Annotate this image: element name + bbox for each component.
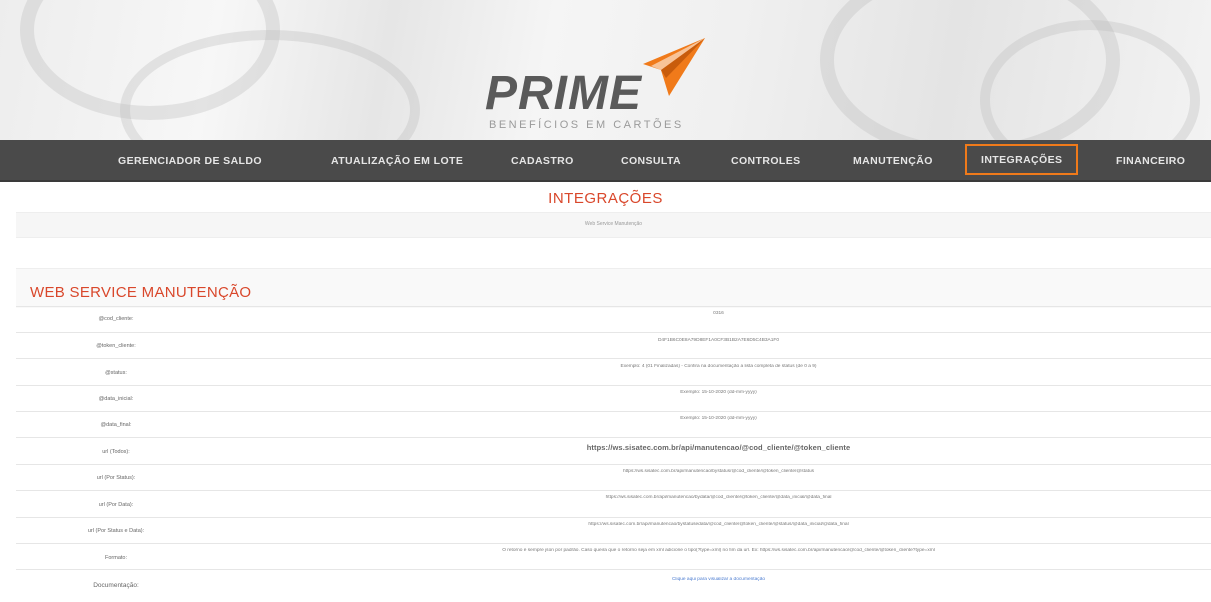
page-title: INTEGRAÇÕES xyxy=(548,190,663,207)
nav-atualizacao-em-lote[interactable]: ATUALIZAÇÃO EM LOTE xyxy=(331,140,463,182)
row-value: https://ws.sisatec.com.br/api/manutencao… xyxy=(588,522,849,527)
table-row: url (Por Status): https://ws.sisatec.com… xyxy=(16,464,1211,490)
row-label: Documentação: xyxy=(93,582,139,589)
row-label: url (Por Status): xyxy=(96,475,136,481)
table-row: @status: Exemplo: 4 (01 Finalizadas) - C… xyxy=(16,358,1211,385)
row-label: url (Por Data): xyxy=(98,502,134,508)
row-value: Exemplo: 15-10-2020 (dd-mm-yyyy) xyxy=(680,390,757,395)
nav-consulta[interactable]: CONSULTA xyxy=(621,140,681,182)
row-label: @cod_cliente: xyxy=(98,316,134,322)
table-row: url (Todos): https://ws.sisatec.com.br/a… xyxy=(16,437,1211,464)
section-title: WEB SERVICE MANUTENÇÃO xyxy=(30,284,252,301)
table-row: @token_cliente: D4F1B6C0E8A79D8EF1A0CF3B… xyxy=(16,332,1211,358)
nav-financeiro[interactable]: FINANCEIRO xyxy=(1116,140,1185,182)
table-row: Documentação: Clique aqui para visualiza… xyxy=(16,569,1211,599)
breadcrumb-item[interactable]: Web Service Manutenção xyxy=(16,221,1211,227)
table-row: @data_final: Exemplo: 15-10-2020 (dd-mm-… xyxy=(16,411,1211,437)
main-navbar: GERENCIADOR DE SALDO ATUALIZAÇÃO EM LOTE… xyxy=(0,140,1211,182)
row-value: https://ws.sisatec.com.br/api/manutencao… xyxy=(605,495,832,500)
logo-wordmark: PRIME xyxy=(485,67,643,120)
row-label: @token_cliente: xyxy=(96,343,136,349)
header-banner: PRIME BENEFÍCIOS EM CARTÕES xyxy=(0,0,1211,140)
row-label: url (Por Status e Data): xyxy=(87,528,145,534)
nav-controles[interactable]: CONTROLES xyxy=(731,140,801,182)
paper-plane-icon xyxy=(643,38,705,96)
table-row: url (Por Status e Data): https://ws.sisa… xyxy=(16,517,1211,543)
documentation-link[interactable]: Clique aqui para visualizar a documentaç… xyxy=(226,577,1211,582)
row-label: @data_inicial: xyxy=(98,396,134,402)
prime-logo[interactable]: PRIME BENEFÍCIOS EM CARTÕES xyxy=(485,36,725,132)
nav-gerenciador-de-saldo[interactable]: GERENCIADOR DE SALDO xyxy=(118,140,262,182)
nav-cadastro[interactable]: CADASTRO xyxy=(511,140,574,182)
row-value: Exemplo: 4 (01 Finalizadas) - Confira na… xyxy=(620,364,817,369)
logo-tagline: BENEFÍCIOS EM CARTÕES xyxy=(489,119,684,131)
table-row: @data_inicial: Exemplo: 15-10-2020 (dd-m… xyxy=(16,385,1211,411)
integration-parameters-table: @cod_cliente: 0316 @token_cliente: D4F1B… xyxy=(16,306,1211,599)
row-value: D4F1B6C0E8A79D8EF1A0CF3B1B2A7E6D5C4B3A1F… xyxy=(657,338,780,343)
row-value: https://ws.sisatec.com.br/api/manutencao… xyxy=(586,443,851,452)
table-row: Formato: O retorno é sempre json por pad… xyxy=(16,543,1211,569)
nav-integracoes[interactable]: INTEGRAÇÕES xyxy=(965,144,1079,175)
breadcrumb: Web Service Manutenção xyxy=(16,212,1211,238)
row-label: @status: xyxy=(105,370,127,376)
row-value: O retorno é sempre json por padrão. Caso… xyxy=(502,548,935,553)
row-value: Exemplo: 15-10-2020 (dd-mm-yyyy) xyxy=(680,416,757,421)
table-row: url (Por Data): https://ws.sisatec.com.b… xyxy=(16,490,1211,517)
row-label: Formato: xyxy=(104,555,127,561)
row-value: https://ws.sisatec.com.br/api/manutencao… xyxy=(622,469,815,474)
row-label: @data_final: xyxy=(100,422,132,428)
nav-manutencao[interactable]: MANUTENÇÃO xyxy=(853,140,933,182)
table-row: @cod_cliente: 0316 xyxy=(16,306,1211,332)
row-value: 0316 xyxy=(713,311,724,316)
row-label: url (Todos): xyxy=(102,449,130,455)
